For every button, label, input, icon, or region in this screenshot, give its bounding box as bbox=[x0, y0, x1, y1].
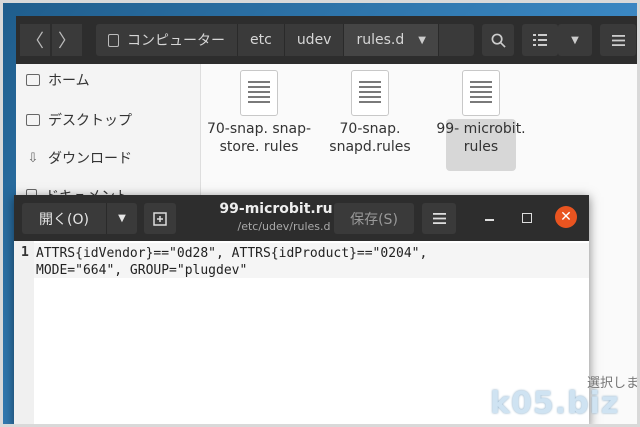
editor-content[interactable]: ATTRS{idVendor}=="0d28", ATTRS{idProduct… bbox=[36, 245, 496, 279]
caret-down-icon: ▼ bbox=[118, 213, 126, 224]
sidebar-item-desktop[interactable]: デスクトップ bbox=[26, 110, 132, 130]
caret-down-icon: ▼ bbox=[571, 34, 579, 46]
view-options-button[interactable]: ▼ bbox=[558, 24, 592, 56]
sidebar-item-home[interactable]: ホーム bbox=[26, 70, 90, 90]
breadcrumb-computer[interactable]: コンピューター bbox=[96, 24, 238, 56]
view-list-button[interactable] bbox=[522, 24, 558, 56]
list-view-icon bbox=[533, 34, 547, 46]
chevron-left-icon: 〈 bbox=[26, 31, 44, 52]
file-icon[interactable] bbox=[240, 70, 278, 116]
open-button[interactable]: 開く(O) bbox=[22, 203, 106, 234]
forward-button[interactable]: 〉 bbox=[52, 24, 82, 56]
download-icon: ⇩ bbox=[27, 150, 39, 166]
breadcrumb: コンピューター etc udev rules.d ▼ bbox=[96, 24, 474, 56]
chevron-right-icon: 〉 bbox=[58, 31, 76, 52]
minimize-button[interactable] bbox=[476, 205, 502, 231]
file-icon[interactable] bbox=[462, 70, 500, 116]
file-label-70-snap-snapd[interactable]: 70-snap. snapd.rules bbox=[310, 120, 430, 156]
breadcrumb-udev[interactable]: udev bbox=[285, 24, 345, 56]
files-headerbar: 〈 〉 コンピューター etc udev rules.d ▼ ▼ bbox=[16, 16, 640, 64]
caret-down-icon: ▼ bbox=[418, 34, 426, 46]
save-button[interactable]: 保存(S) bbox=[334, 203, 414, 234]
drive-icon bbox=[108, 33, 119, 47]
search-icon bbox=[491, 33, 506, 48]
sidebar-item-downloads[interactable]: ⇩ ダウンロード bbox=[26, 148, 132, 168]
file-label-99-microbit[interactable]: 99- microbit. rules bbox=[421, 120, 541, 156]
line-number-gutter bbox=[14, 241, 34, 427]
file-label-70-snap-snap-store[interactable]: 70-snap. snap-store. rules bbox=[199, 120, 319, 156]
new-tab-button[interactable] bbox=[144, 203, 176, 234]
file-icon[interactable] bbox=[351, 70, 389, 116]
hamburger-icon bbox=[432, 213, 446, 224]
minimize-icon bbox=[484, 219, 494, 221]
maximize-button[interactable] bbox=[514, 205, 540, 231]
maximize-icon bbox=[522, 213, 532, 223]
editor-menu-button[interactable] bbox=[422, 203, 456, 234]
open-recent-dropdown[interactable]: ▼ bbox=[106, 203, 137, 234]
home-icon bbox=[26, 74, 40, 86]
breadcrumb-rules-d[interactable]: rules.d ▼ bbox=[344, 24, 439, 56]
search-button[interactable] bbox=[482, 24, 514, 56]
hamburger-icon bbox=[611, 34, 625, 46]
editor-headerbar: 開く(O) ▼ 99-microbit.ru... /etc/udev/rule… bbox=[14, 195, 589, 241]
breadcrumb-etc[interactable]: etc bbox=[238, 24, 285, 56]
close-icon: ✕ bbox=[560, 209, 572, 225]
line-number: 1 bbox=[21, 245, 29, 260]
close-button[interactable]: ✕ bbox=[555, 206, 577, 228]
menu-button[interactable] bbox=[600, 24, 636, 56]
back-button[interactable]: 〈 bbox=[20, 24, 50, 56]
watermark: k05.biz bbox=[490, 386, 620, 421]
desktop-icon bbox=[26, 114, 40, 126]
new-document-icon bbox=[153, 211, 167, 226]
